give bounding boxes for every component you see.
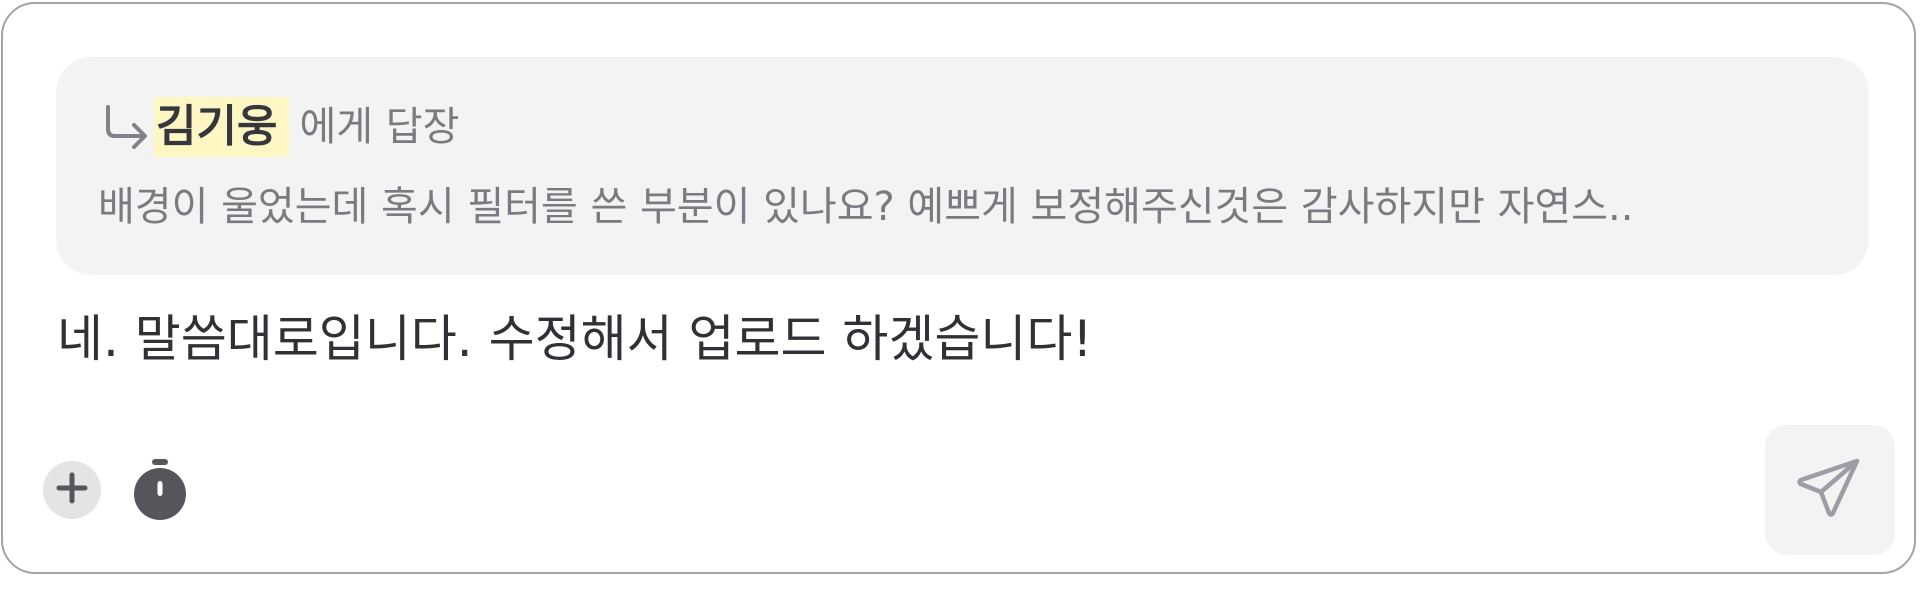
send-button[interactable] xyxy=(1765,425,1895,555)
timer-button[interactable] xyxy=(130,459,190,523)
reply-header: 김기웅 에게 답장 xyxy=(100,97,459,157)
reply-recipient-suffix: 에게 답장 xyxy=(299,104,460,150)
plus-icon xyxy=(56,472,88,508)
reply-preview: 김기웅 에게 답장 배경이 울었는데 혹시 필터를 쓴 부분이 있나요? 예쁘게… xyxy=(56,57,1869,275)
reply-recipient-name: 김기웅 xyxy=(154,97,290,157)
reply-quoted-text: 배경이 울었는데 혹시 필터를 쓴 부분이 있나요? 예쁘게 보정해주신것은 감… xyxy=(98,184,1634,230)
stopwatch-icon xyxy=(130,459,190,527)
reply-arrow-icon xyxy=(100,101,152,153)
add-button[interactable] xyxy=(43,461,101,519)
message-composer: 김기웅 에게 답장 배경이 울었는데 혹시 필터를 쓴 부분이 있나요? 예쁘게… xyxy=(1,2,1916,574)
message-input[interactable]: 네. 말씀대로입니다. 수정해서 업로드 하겠습니다! xyxy=(57,304,1837,374)
paper-plane-icon xyxy=(1795,453,1865,527)
